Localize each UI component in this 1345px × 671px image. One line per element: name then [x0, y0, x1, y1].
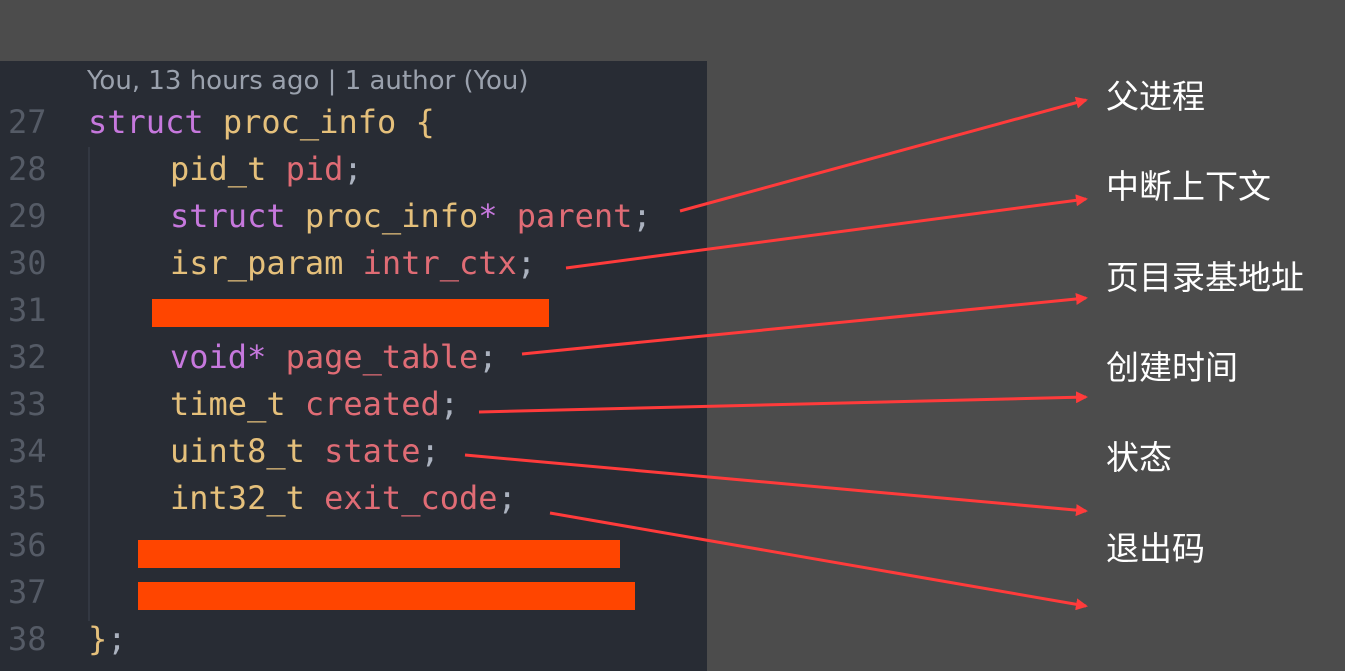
label-creation-time: 创建时间: [1106, 348, 1238, 387]
line-number: 27: [8, 103, 47, 141]
semicolon-token: ;: [343, 150, 363, 188]
label-page-directory-base: 页目录基地址: [1106, 258, 1304, 297]
line-number: 32: [8, 338, 47, 376]
line-number: 34: [8, 432, 47, 470]
field-token: parent: [516, 197, 633, 235]
label-parent-process: 父进程: [1106, 77, 1205, 116]
line-number: 38: [8, 620, 47, 658]
brace-token: {: [415, 103, 435, 141]
code-text: int32_t exit_code;: [88, 475, 517, 522]
label-interrupt-context: 中断上下文: [1106, 167, 1271, 206]
redaction-bar-line-36: [138, 540, 620, 568]
label-exit-code: 退出码: [1106, 529, 1205, 568]
line-number: 30: [8, 244, 47, 282]
semicolon-token: ;: [478, 338, 498, 376]
label-state: 状态: [1106, 438, 1172, 477]
keyword-token: struct: [88, 103, 204, 141]
field-token: intr_ctx: [362, 244, 517, 282]
semicolon-token: ;: [497, 479, 517, 517]
code-text: struct proc_info* parent;: [88, 193, 652, 240]
redaction-bar-line-37: [138, 582, 635, 610]
screenshot-canvas: You, 13 hours ago | 1 author (You) 27 st…: [0, 0, 1345, 671]
line-number: 28: [8, 150, 47, 188]
code-text: };: [88, 616, 127, 663]
type-token: isr_param: [170, 244, 344, 282]
code-text: void* page_table;: [88, 334, 498, 381]
code-line-28: 28 pid_t pid;: [0, 146, 707, 193]
code-text: struct proc_info {: [88, 99, 435, 146]
field-token: exit_code: [324, 479, 498, 517]
semicolon-token: ;: [439, 385, 459, 423]
codelens-author-info[interactable]: You, 13 hours ago | 1 author (You): [87, 64, 529, 98]
keyword-token: void: [170, 338, 248, 376]
semicolon-token: ;: [632, 197, 652, 235]
type-token: pid_t: [170, 150, 267, 188]
code-line-38: 38 };: [0, 616, 707, 663]
type-token: uint8_t: [170, 432, 305, 470]
arrow-parent: [679, 96, 1088, 213]
field-token: created: [304, 385, 440, 423]
field-token: page_table: [285, 338, 479, 376]
line-number: 29: [8, 197, 47, 235]
keyword-token: struct: [170, 197, 286, 235]
line-number: 35: [8, 479, 47, 517]
type-token: proc_info: [304, 197, 479, 235]
type-token: int32_t: [170, 479, 305, 517]
code-line-30: 30 isr_param intr_ctx;: [0, 240, 707, 287]
semicolon-token: ;: [107, 620, 127, 658]
pointer-token: *: [247, 338, 267, 376]
line-number: 36: [8, 526, 47, 564]
line-number: 31: [8, 291, 47, 329]
code-line-27: 27 struct proc_info {: [0, 99, 707, 146]
code-line-35: 35 int32_t exit_code;: [0, 475, 707, 522]
field-token: state: [324, 432, 421, 470]
code-text: pid_t pid;: [88, 146, 363, 193]
code-text: time_t created;: [88, 381, 459, 428]
code-line-32: 32 void* page_table;: [0, 334, 707, 381]
line-number: 33: [8, 385, 47, 423]
type-token: time_t: [170, 385, 286, 423]
code-line-34: 34 uint8_t state;: [0, 428, 707, 475]
type-token: proc_info: [222, 103, 397, 141]
field-token: pid: [285, 150, 344, 188]
code-line-33: 33 time_t created;: [0, 381, 707, 428]
line-number: 37: [8, 573, 47, 611]
semicolon-token: ;: [516, 244, 537, 282]
code-text: isr_param intr_ctx;: [88, 240, 536, 287]
code-text: uint8_t state;: [88, 428, 440, 475]
code-line-29: 29 struct proc_info* parent;: [0, 193, 707, 240]
pointer-token: *: [478, 197, 498, 235]
code-editor[interactable]: You, 13 hours ago | 1 author (You) 27 st…: [0, 61, 707, 671]
semicolon-token: ;: [420, 432, 440, 470]
brace-token: }: [88, 620, 108, 658]
redaction-bar-line-31: [152, 299, 549, 327]
